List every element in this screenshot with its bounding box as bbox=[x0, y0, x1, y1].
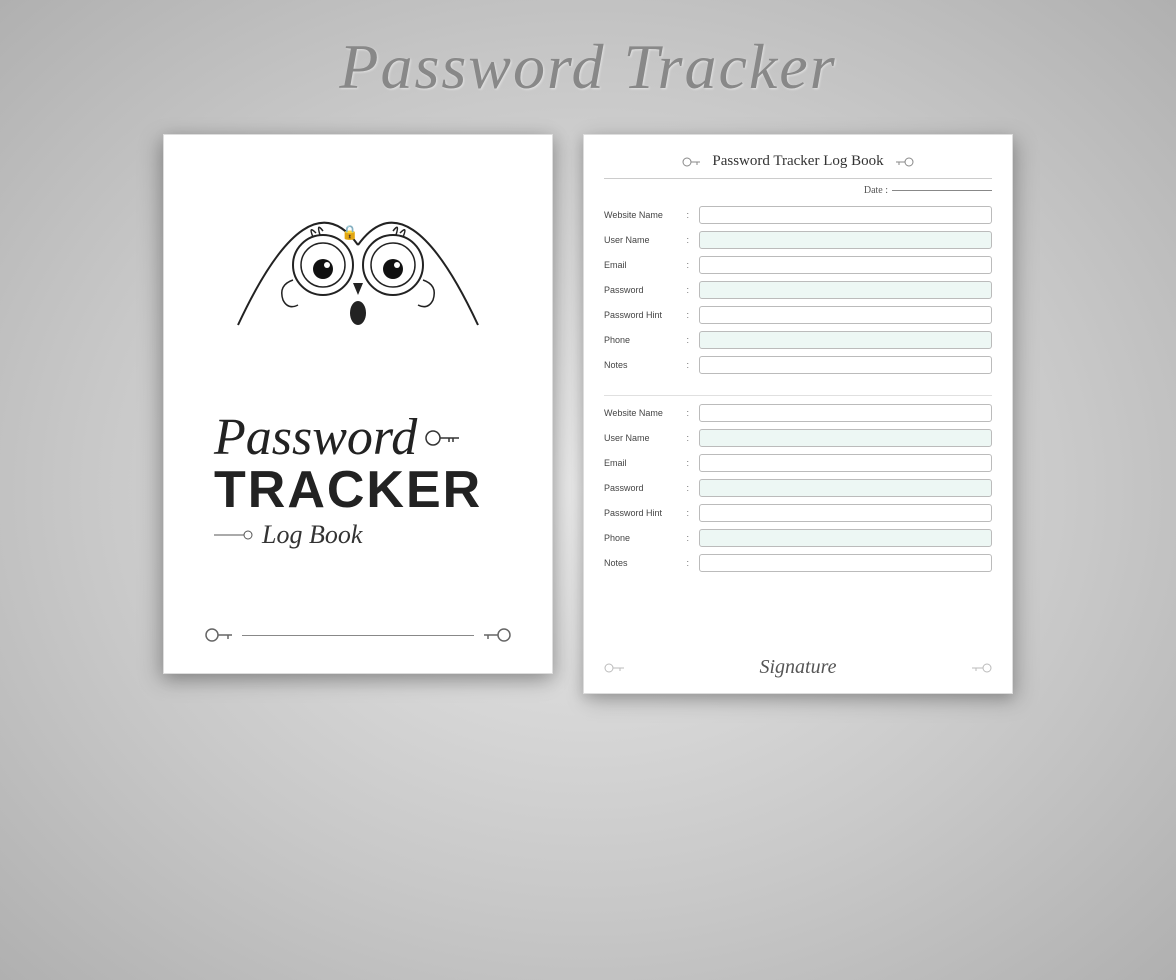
cover-logbook-line: Log Book bbox=[214, 520, 362, 550]
header-key-left-icon bbox=[682, 157, 702, 167]
field-phone-2[interactable] bbox=[699, 529, 992, 547]
label-notes-2: Notes : bbox=[604, 558, 699, 568]
cover-tracker-label: TRACKER bbox=[214, 464, 482, 516]
date-underline bbox=[892, 190, 992, 191]
bottom-divider-line bbox=[242, 635, 474, 636]
field-passwordhint-1[interactable] bbox=[699, 306, 992, 324]
page-footer: Signature bbox=[604, 650, 992, 679]
field-website-1[interactable] bbox=[699, 206, 992, 224]
footer-key-right-icon bbox=[970, 662, 992, 674]
form-row-password-2: Password : bbox=[604, 477, 992, 499]
field-username-2[interactable] bbox=[699, 429, 992, 447]
form-row-phone-1: Phone : bbox=[604, 329, 992, 351]
form-section-2: Website Name : User Name : Email : bbox=[604, 402, 992, 577]
field-notes-2[interactable] bbox=[699, 554, 992, 572]
form-row-notes-2: Notes : bbox=[604, 552, 992, 574]
label-notes-1: Notes : bbox=[604, 360, 699, 370]
books-container: 🔒 Password bbox=[163, 134, 1013, 694]
field-email-1[interactable] bbox=[699, 256, 992, 274]
label-email-1: Email : bbox=[604, 260, 699, 270]
page-title: Password Tracker Log Book bbox=[712, 153, 883, 170]
cover-text-section: Password TRACKER Log Book bbox=[194, 412, 522, 550]
label-phone-2: Phone : bbox=[604, 533, 699, 543]
label-passwordhint-1: Password Hint : bbox=[604, 310, 699, 320]
form-row-username-2: User Name : bbox=[604, 427, 992, 449]
svg-text:🔒: 🔒 bbox=[341, 225, 358, 241]
label-username-2: User Name : bbox=[604, 433, 699, 443]
form-row-passwordhint-2: Password Hint : bbox=[604, 502, 992, 524]
field-password-1[interactable] bbox=[699, 281, 992, 299]
form-row-email-1: Email : bbox=[604, 254, 992, 276]
field-username-1[interactable] bbox=[699, 231, 992, 249]
field-passwordhint-2[interactable] bbox=[699, 504, 992, 522]
label-passwordhint-2: Password Hint : bbox=[604, 508, 699, 518]
form-row-phone-2: Phone : bbox=[604, 527, 992, 549]
field-email-2[interactable] bbox=[699, 454, 992, 472]
page-header: Password Tracker Log Book bbox=[604, 153, 992, 170]
field-password-2[interactable] bbox=[699, 479, 992, 497]
date-label: Date : bbox=[864, 185, 888, 196]
signature-text: Signature bbox=[626, 656, 970, 679]
cover-password-script: Password bbox=[214, 412, 461, 464]
cover-password-label: Password bbox=[214, 412, 417, 464]
field-phone-1[interactable] bbox=[699, 331, 992, 349]
key-icon-cover bbox=[425, 429, 461, 447]
inner-page: Password Tracker Log Book Date : Website… bbox=[583, 134, 1013, 694]
bottom-key-left-icon bbox=[204, 627, 234, 643]
footer-key-left-icon bbox=[604, 662, 626, 674]
form-section-1: Website Name : User Name : Email : bbox=[604, 204, 992, 379]
cover-logbook-label: Log Book bbox=[262, 520, 362, 550]
label-website-2: Website Name : bbox=[604, 408, 699, 418]
label-password-2: Password : bbox=[604, 483, 699, 493]
form-row-passwordhint-1: Password Hint : bbox=[604, 304, 992, 326]
owl-decoration: 🔒 bbox=[194, 165, 522, 345]
key-icon-logbook-left bbox=[214, 529, 254, 541]
bottom-key-right-icon bbox=[482, 627, 512, 643]
front-cover: 🔒 Password bbox=[163, 134, 553, 674]
main-title: Password Tracker bbox=[339, 30, 836, 104]
page-header-divider bbox=[604, 178, 992, 179]
label-phone-1: Phone : bbox=[604, 335, 699, 345]
label-website-1: Website Name : bbox=[604, 210, 699, 220]
label-email-2: Email : bbox=[604, 458, 699, 468]
date-line: Date : bbox=[604, 185, 992, 196]
form-row-email-2: Email : bbox=[604, 452, 992, 474]
label-username-1: User Name : bbox=[604, 235, 699, 245]
owl-svg: 🔒 bbox=[228, 165, 488, 345]
field-website-2[interactable] bbox=[699, 404, 992, 422]
label-password-1: Password : bbox=[604, 285, 699, 295]
header-key-right-icon bbox=[894, 157, 914, 167]
section-divider bbox=[604, 395, 992, 396]
form-row-website-1: Website Name : bbox=[604, 204, 992, 226]
cover-bottom-bar bbox=[194, 627, 522, 643]
form-row-password-1: Password : bbox=[604, 279, 992, 301]
form-row-website-2: Website Name : bbox=[604, 402, 992, 424]
form-row-username-1: User Name : bbox=[604, 229, 992, 251]
field-notes-1[interactable] bbox=[699, 356, 992, 374]
form-row-notes-1: Notes : bbox=[604, 354, 992, 376]
